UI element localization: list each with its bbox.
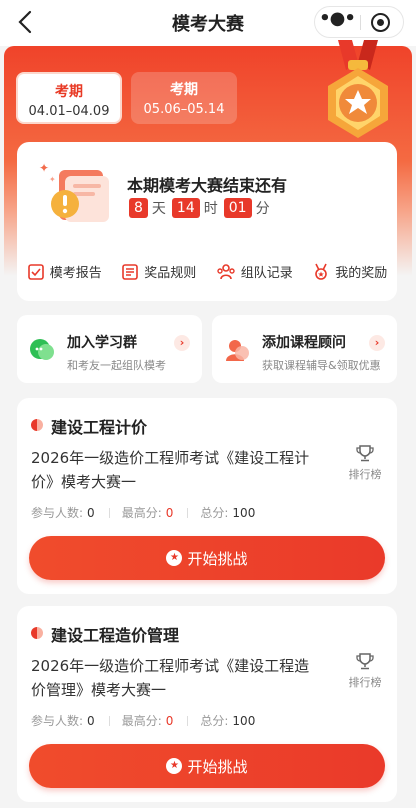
mini-program-close-icon[interactable] [371,13,390,32]
chat-group-icon [29,337,55,363]
competition-name: 建设工程计价 [51,418,148,437]
period-tab-dates: 04.01–04.09 [28,104,110,119]
total-score-label: 总分: [200,714,229,728]
start-challenge-label: 开始挑战 [187,757,248,776]
menu-item-rules[interactable]: 奖品规则 [121,262,196,281]
trophy-icon [356,445,374,462]
menu-item-label: 组队记录 [240,266,293,281]
document-alert-icon: ✦ ✦ [37,160,115,224]
participants-value: 0 [87,713,95,728]
menu-item-label: 我的奖励 [335,266,388,281]
medal-icon [316,40,400,140]
leaderboard-link[interactable]: 排行榜 [347,444,383,482]
start-challenge-label: 开始挑战 [187,549,248,568]
start-challenge-button[interactable]: ★ 开始挑战 [29,536,385,580]
competition-card: 建设工程造价管理 2026年一级造价工程师考试《建设工程造价管理》模考大赛一 排… [17,606,397,802]
participants-label: 参与人数: [31,506,84,520]
menu-item-report[interactable]: 模考报告 [27,262,102,281]
leaderboard-label: 排行榜 [348,676,382,689]
menu-item-label: 模考报告 [49,266,102,281]
stats-divider [108,715,110,726]
countdown-minutes: 01 [223,198,252,218]
competition-desc: 2026年一级造价工程师考试《建设工程造价管理》模考大赛一 [31,657,310,699]
section-dot-icon [31,627,43,639]
star-icon: ★ [166,758,183,774]
team-icon [217,263,235,279]
period-tab-1[interactable]: 考期 04.01–04.09 [16,72,122,124]
competition-card: 建设工程计价 2026年一级造价工程师考试《建设工程计价》模考大赛一 排行榜 参… [17,398,397,594]
participants-label: 参与人数: [31,714,84,728]
section-dot-icon [31,419,43,431]
promo-title: 添加课程顾问 [262,335,346,351]
countdown-hours-unit: 时 [203,201,218,217]
rules-list-icon [122,263,139,280]
stats-divider [108,507,110,518]
countdown-days-unit: 天 [151,201,166,217]
competition-name: 建设工程造价管理 [51,626,180,645]
countdown-timer: 8 天 14 时 01 分 [129,198,276,218]
max-score-label: 最高分: [121,714,162,728]
stats-divider [187,507,189,518]
competition-desc: 2026年一级造价工程师考试《建设工程计价》模考大赛一 [31,449,310,491]
advisor-icon [224,337,250,363]
competition-stats: 参与人数: 0 最高分: 0 总分: 100 [31,712,255,729]
svg-text:✦: ✦ [49,175,56,184]
competition-stats: 参与人数: 0 最高分: 0 总分: 100 [31,504,255,521]
leaderboard-link[interactable]: 排行榜 [347,652,383,690]
countdown-title: 本期模考大赛结束还有 [127,176,288,195]
max-score-value: 0 [165,505,174,520]
countdown-card: ✦ ✦ 本期模考大赛结束还有 8 天 14 时 01 分 模考报告 奖品规则 组… [17,142,397,301]
reward-icon [315,263,328,280]
menu-item-team[interactable]: 组队记录 [216,262,293,281]
countdown-days: 8 [129,198,148,218]
max-score-value: 0 [165,713,174,728]
period-tab-label: 考期 [55,84,83,100]
menu-item-label: 奖品规则 [144,266,197,281]
total-score-value: 100 [232,713,256,728]
report-icon [27,263,44,280]
max-score-label: 最高分: [121,506,162,520]
capsule-divider [360,15,361,30]
countdown-minutes-unit: 分 [255,201,270,217]
mini-program-capsule: •●• [314,6,404,38]
chevron-right-icon: › [369,335,385,351]
period-tab-dates: 05.06–05.14 [143,102,225,117]
more-dots-icon[interactable]: •●• [315,7,359,37]
feature-menu: 模考报告 奖品规则 组队记录 我的奖励 [17,262,397,281]
svg-text:✦: ✦ [39,161,49,175]
add-advisor-card[interactable]: 添加课程顾问 获取课程辅导&领取优惠 › [212,315,397,383]
menu-item-reward[interactable]: 我的奖励 [312,262,387,281]
total-score-value: 100 [232,505,256,520]
join-study-group-card[interactable]: 加入学习群 和考友一起组队模考 › [17,315,202,383]
star-icon: ★ [166,550,183,566]
chevron-right-icon: › [174,335,190,351]
participants-value: 0 [87,505,95,520]
period-tab-2[interactable]: 考期 05.06–05.14 [131,72,237,124]
leaderboard-label: 排行榜 [348,468,382,481]
total-score-label: 总分: [200,506,229,520]
countdown-hours: 14 [171,198,200,218]
promo-subtitle: 和考友一起组队模考 [67,359,166,372]
trophy-icon [356,653,374,670]
promo-subtitle: 获取课程辅导&领取优惠 [262,359,381,372]
period-tab-label: 考期 [170,82,198,98]
stats-divider [187,715,189,726]
start-challenge-button[interactable]: ★ 开始挑战 [29,744,385,788]
promo-title: 加入学习群 [67,335,137,351]
